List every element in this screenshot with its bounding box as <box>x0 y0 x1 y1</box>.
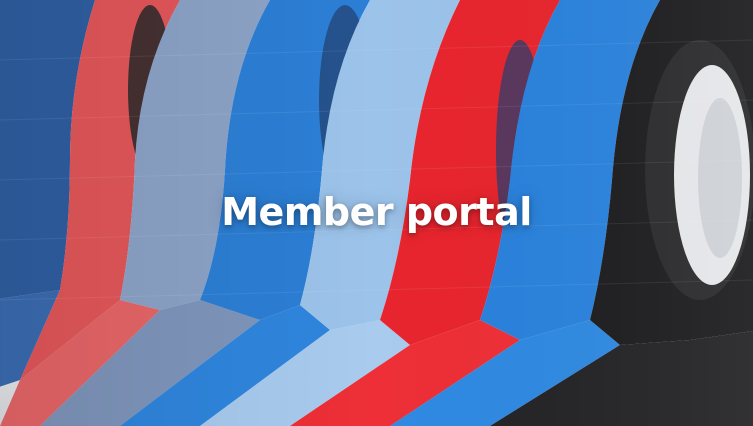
page-title: Member portal <box>221 190 532 234</box>
hero-banner: Member portal <box>0 0 753 426</box>
